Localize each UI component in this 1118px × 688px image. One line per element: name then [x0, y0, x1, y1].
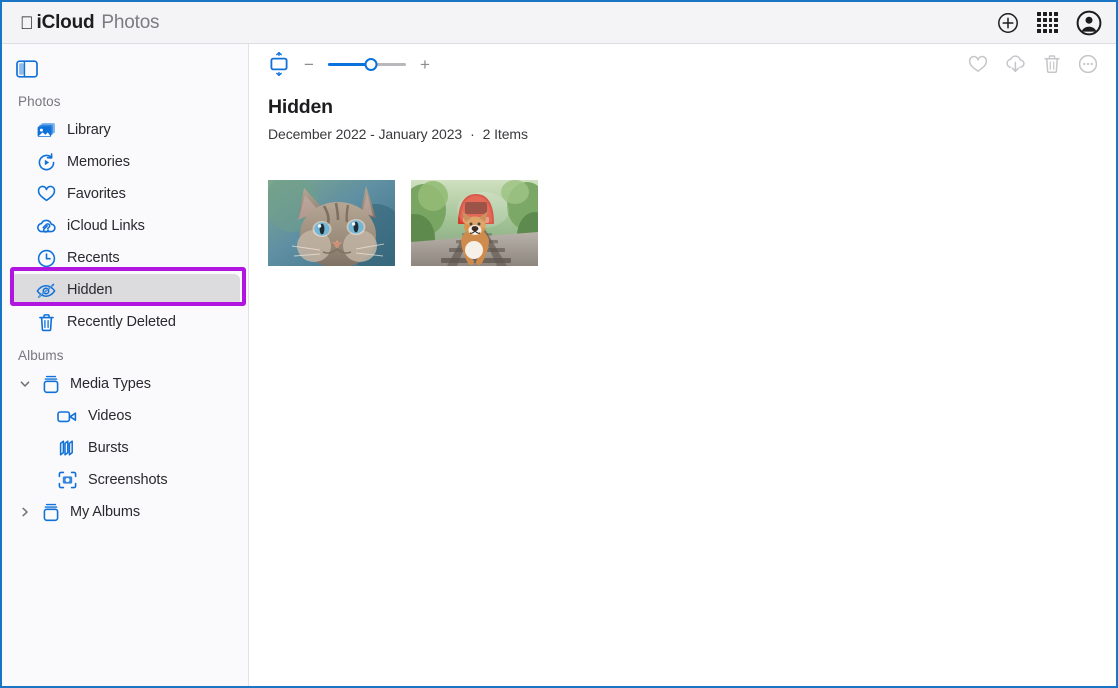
grid-dots-icon[interactable] — [1037, 12, 1058, 33]
brand-photos-label: Photos — [87, 11, 159, 33]
sidebar-item-memories[interactable]: Memories — [10, 146, 240, 178]
brand-logo:  iCloud Photos — [20, 11, 160, 34]
photo-stack-icon — [36, 120, 56, 140]
heart-outline-icon[interactable] — [968, 55, 988, 74]
photo-thumbnail-dog[interactable] — [411, 180, 538, 266]
toolbar-actions — [968, 54, 1098, 74]
aspect-resize-icon[interactable] — [268, 52, 290, 76]
sidebar-item-label: Favorites — [67, 186, 126, 202]
sidebar-item-recently-deleted[interactable]: Recently Deleted — [10, 306, 240, 338]
sidebar-item-label: Screenshots — [88, 472, 168, 488]
sidebar-item-my-albums[interactable]: My Albums — [10, 496, 240, 528]
sidebar-item-icloud-links[interactable]: iCloud Links — [10, 210, 240, 242]
album-box-icon — [41, 502, 61, 522]
photo-thumbnail-cat[interactable] — [268, 180, 395, 266]
sidebar-toggle-icon[interactable] — [16, 58, 40, 80]
sidebar-item-label: Recents — [67, 250, 120, 266]
sidebar-item-label: Recently Deleted — [67, 314, 176, 330]
photo-grid — [268, 180, 1116, 266]
more-circle-icon[interactable] — [1078, 54, 1098, 74]
sidebar-item-label: Memories — [67, 154, 130, 170]
eye-slash-icon — [36, 280, 56, 300]
header-actions — [997, 10, 1102, 36]
content-toolbar: − + — [250, 44, 1116, 84]
memories-icon — [36, 152, 56, 172]
sidebar-item-recents[interactable]: Recents — [10, 242, 240, 274]
sidebar-item-favorites[interactable]: Favorites — [10, 178, 240, 210]
zoom-out-button[interactable]: − — [302, 56, 316, 73]
sidebar-item-label: Library — [67, 122, 111, 138]
zoom-slider[interactable] — [328, 57, 406, 71]
album-meta: December 2022 - January 2023 · 2 Items — [268, 126, 1116, 142]
zoom-controls: − + — [268, 52, 432, 76]
screenshot-icon — [57, 470, 77, 490]
chevron-down-icon[interactable] — [18, 377, 32, 391]
album-header: Hidden December 2022 - January 2023 · 2 … — [250, 84, 1116, 142]
meta-separator: · — [470, 126, 475, 142]
account-avatar-icon[interactable] — [1076, 10, 1102, 36]
sidebar-item-label: Bursts — [88, 440, 129, 456]
cloud-link-icon — [36, 216, 56, 236]
chevron-right-icon[interactable] — [18, 505, 32, 519]
page-title: Hidden — [268, 96, 333, 118]
apple-logo-icon:  — [20, 14, 34, 32]
video-icon — [57, 406, 77, 426]
heart-icon — [36, 184, 56, 204]
album-item-count: 2 Items — [482, 126, 528, 142]
sidebar-item-label: Videos — [88, 408, 132, 424]
sidebar-item-bursts[interactable]: Bursts — [10, 432, 240, 464]
main-content: − + Hidden December 2022 - January 2023 … — [250, 44, 1116, 686]
sidebar-item-label: My Albums — [70, 504, 141, 520]
zoom-in-button[interactable]: + — [418, 56, 432, 73]
cloud-download-icon[interactable] — [1005, 54, 1026, 74]
slider-thumb[interactable] — [364, 57, 378, 71]
sidebar-item-screenshots[interactable]: Screenshots — [10, 464, 240, 496]
sidebar-item-hidden[interactable]: Hidden — [10, 274, 240, 306]
section-label-albums: Albums — [18, 348, 64, 363]
icloud-photos-window:  iCloud Photos — [0, 0, 1118, 688]
plus-circle-icon[interactable] — [997, 12, 1019, 34]
sidebar-item-library[interactable]: Library — [10, 114, 240, 146]
section-label-photos: Photos — [18, 94, 61, 109]
clock-icon — [36, 248, 56, 268]
trash-icon — [36, 312, 56, 332]
trash-outline-icon[interactable] — [1043, 54, 1061, 74]
sidebar-item-label: iCloud Links — [67, 218, 145, 234]
sidebar-item-media-types[interactable]: Media Types — [10, 368, 240, 400]
album-box-icon — [41, 374, 61, 394]
app-header:  iCloud Photos — [2, 2, 1116, 44]
sidebar-item-videos[interactable]: Videos — [10, 400, 240, 432]
sidebar-item-label: Hidden — [67, 282, 113, 298]
brand-icloud-label: iCloud — [23, 11, 95, 33]
album-date-range: December 2022 - January 2023 — [268, 126, 463, 142]
sidebar-item-label: Media Types — [70, 376, 151, 392]
sidebar: Photos Library Memories Favorites iCloud… — [2, 44, 249, 686]
bursts-icon — [57, 438, 77, 458]
